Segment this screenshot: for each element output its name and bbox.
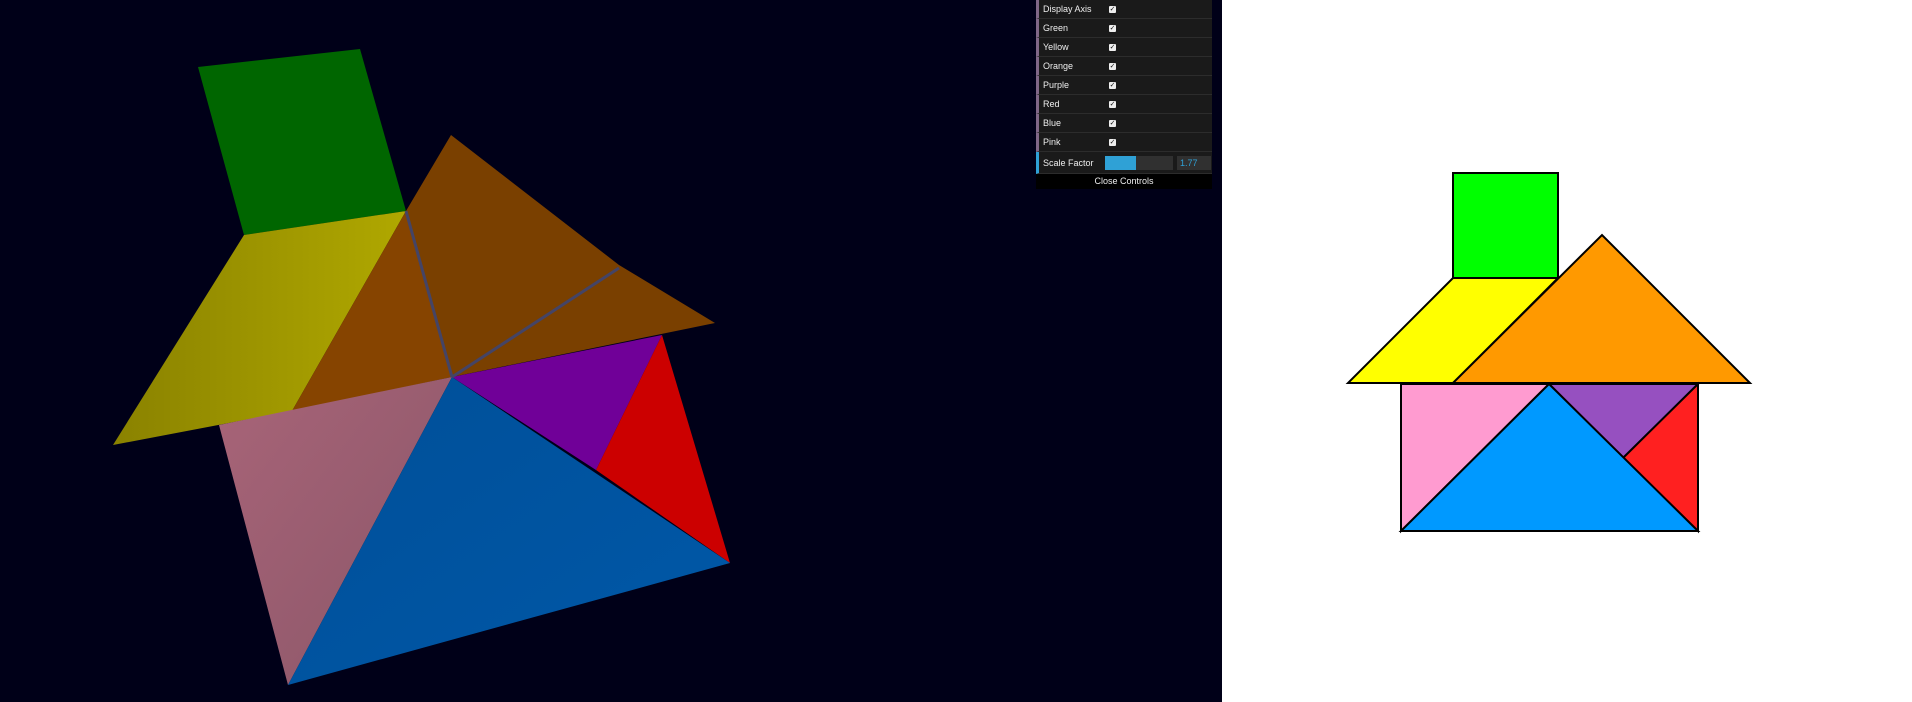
target-tangram-house [1345,172,1753,534]
purple-checkbox[interactable]: ✓ [1109,81,1116,89]
scale-factor-input[interactable]: 1.77 [1177,155,1211,170]
gui-row-orange[interactable]: Orange ✓ [1036,57,1212,76]
gui-label: Scale Factor [1043,157,1094,168]
gui-row-scale-factor[interactable]: Scale Factor 1.77 [1036,152,1212,174]
gui-label: Orange [1043,61,1074,71]
slider-fill [1105,155,1136,170]
gui-row-purple[interactable]: Purple ✓ [1036,76,1212,95]
gui-row-yellow[interactable]: Yellow ✓ [1036,38,1212,57]
controls-panel: Display Axis ✓ Green ✓ Yellow ✓ Orange ✓… [1036,0,1212,189]
gui-label: Red [1043,99,1060,109]
gui-row-pink[interactable]: Pink ✓ [1036,133,1212,152]
gui-label: Blue [1043,118,1062,128]
gui-label: Green [1043,23,1069,33]
green-square-3d[interactable] [198,49,406,235]
close-controls-button[interactable]: Close Controls [1036,174,1212,189]
red-checkbox[interactable]: ✓ [1109,100,1116,108]
gui-row-red[interactable]: Red ✓ [1036,95,1212,114]
scale-factor-slider[interactable] [1105,155,1173,170]
blue-checkbox[interactable]: ✓ [1109,119,1116,127]
gui-row-green[interactable]: Green ✓ [1036,19,1212,38]
orange-checkbox[interactable]: ✓ [1109,62,1116,70]
gui-label: Pink [1043,137,1061,147]
gui-label: Purple [1043,80,1070,90]
green-square-2d [1452,172,1559,279]
green-checkbox[interactable]: ✓ [1109,24,1116,32]
gui-row-display-axis[interactable]: Display Axis ✓ [1036,0,1212,19]
yellow-checkbox[interactable]: ✓ [1109,43,1116,51]
gui-row-blue[interactable]: Blue ✓ [1036,114,1212,133]
gui-label: Display Axis [1043,4,1092,14]
gui-label: Yellow [1043,42,1069,52]
orange-large-triangle-3d[interactable] [406,135,715,377]
pink-checkbox[interactable]: ✓ [1109,138,1116,146]
display-axis-checkbox[interactable]: ✓ [1109,5,1116,13]
